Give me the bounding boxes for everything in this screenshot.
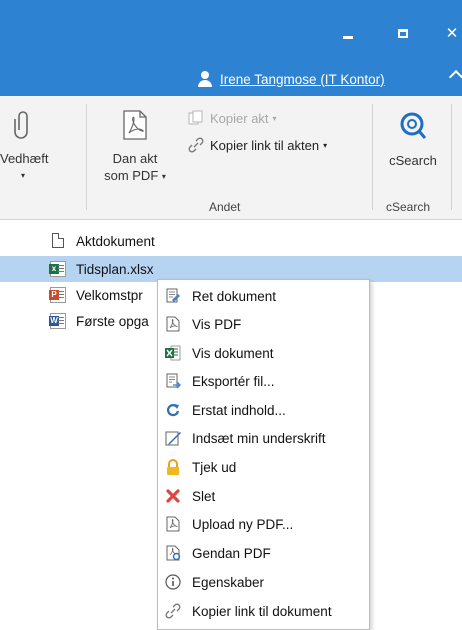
- copy-link-label: Kopier link til akten: [210, 137, 320, 153]
- menu-item-label: Vis dokument: [192, 345, 274, 361]
- user-icon: [198, 71, 212, 87]
- document-name: Første opga: [76, 313, 149, 329]
- collapse-ribbon-icon[interactable]: [448, 69, 462, 85]
- create-pdf-label-line1: Dan akt: [112, 151, 158, 166]
- copy-icon: [188, 110, 204, 126]
- export-icon: [165, 373, 181, 389]
- close-button[interactable]: ✕: [440, 22, 462, 46]
- paperclip-icon: [13, 110, 33, 140]
- upload-pdf-icon: [165, 516, 181, 532]
- menu-item-label: Egenskaber: [192, 574, 265, 590]
- restore-pdf-icon: [165, 545, 181, 561]
- menu-item-insert-signature[interactable]: Indsæt min underskrift: [158, 424, 369, 452]
- menu-item-delete[interactable]: Slet: [158, 482, 369, 510]
- maximize-icon: [398, 29, 408, 38]
- menu-item-upload-pdf[interactable]: Upload ny PDF...: [158, 510, 369, 538]
- delete-icon: [165, 488, 181, 504]
- ribbon-separator: [451, 104, 452, 210]
- menu-item-copy-link[interactable]: Kopier link til dokument: [158, 597, 369, 625]
- menu-item-label: Vis PDF: [192, 316, 242, 332]
- excel-icon: x: [49, 261, 66, 277]
- csearch-label: cSearch: [389, 153, 437, 168]
- maximize-button[interactable]: [391, 22, 415, 46]
- minimize-icon: [343, 36, 353, 39]
- create-pdf-caret-icon: ▾: [161, 172, 166, 182]
- pdf-icon: [165, 316, 181, 332]
- document-name: Tidsplan.xlsx: [76, 261, 154, 277]
- link-icon: [188, 137, 204, 153]
- minimize-button[interactable]: [336, 22, 360, 46]
- list-item[interactable]: Aktdokument: [0, 228, 462, 254]
- copy-act-label: Kopier akt: [210, 110, 269, 126]
- lock-icon: [165, 459, 181, 475]
- menu-item-label: Indsæt min underskrift: [192, 430, 326, 446]
- user-account-link[interactable]: Irene Tangmose (IT Kontor): [198, 68, 385, 90]
- user-name[interactable]: Irene Tangmose (IT Kontor): [220, 72, 385, 87]
- ribbon-group-label-andet: Andet: [209, 200, 241, 214]
- menu-item-show-document[interactable]: Vis dokument: [158, 339, 369, 367]
- close-icon: ✕: [445, 25, 459, 42]
- attach-label: Vedhæft: [0, 151, 49, 166]
- menu-item-label: Tjek ud: [192, 459, 237, 475]
- menu-item-edit-document[interactable]: Ret dokument: [158, 282, 369, 310]
- copy-link-to-act-button[interactable]: Kopier link til akten ▾: [188, 137, 327, 153]
- menu-item-label: Slet: [192, 488, 216, 504]
- copy-link-caret-icon: ▾: [323, 140, 328, 150]
- menu-item-export-file[interactable]: Eksportér fil...: [158, 367, 369, 395]
- menu-item-label: Eksportér fil...: [192, 373, 275, 389]
- attach-caret-icon: ▾: [20, 171, 25, 180]
- signature-icon: [165, 430, 181, 446]
- pdf-icon: [122, 110, 148, 140]
- menu-item-label: Erstat indhold...: [192, 402, 286, 418]
- copy-act-button[interactable]: Kopier akt ▾: [188, 110, 277, 126]
- create-pdf-label-line2: som PDF: [104, 168, 159, 183]
- info-icon: [165, 574, 181, 590]
- attach-button[interactable]: Vedhæft ▾: [0, 110, 49, 184]
- menu-item-label: Upload ny PDF...: [192, 516, 294, 532]
- csearch-icon: [400, 112, 426, 140]
- powerpoint-icon: P: [49, 287, 66, 303]
- document-name: Aktdokument: [76, 233, 155, 249]
- csearch-button[interactable]: cSearch: [384, 112, 442, 169]
- replace-icon: [165, 402, 181, 418]
- menu-item-check-out[interactable]: Tjek ud: [158, 453, 369, 481]
- menu-item-show-pdf[interactable]: Vis PDF: [158, 310, 369, 338]
- document-name: Velkomstpr: [76, 287, 143, 303]
- ribbon-group-label-csearch: cSearch: [386, 200, 431, 214]
- create-pdf-button[interactable]: Dan akt som PDF ▾: [100, 110, 170, 185]
- link-icon: [165, 603, 181, 619]
- menu-item-properties[interactable]: Egenskaber: [158, 568, 369, 596]
- document-icon: [52, 233, 64, 248]
- menu-item-restore-pdf[interactable]: Gendan PDF: [158, 539, 369, 567]
- excel-icon: [165, 345, 181, 361]
- ribbon: Vedhæft ▾ Dan akt som PDF ▾ Kopier akt ▾: [0, 96, 462, 220]
- context-menu: Ret dokument Vis PDF Vis dokument Ekspor…: [157, 279, 370, 630]
- menu-item-label: Ret dokument: [192, 288, 277, 304]
- menu-item-label: Gendan PDF: [192, 545, 271, 561]
- menu-item-label: Kopier link til dokument: [192, 603, 332, 619]
- word-icon: W: [49, 313, 66, 329]
- ribbon-separator: [86, 104, 87, 210]
- title-bar: ✕ Irene Tangmose (IT Kontor): [0, 0, 462, 96]
- edit-document-icon: [165, 288, 181, 304]
- copy-act-caret-icon: ▾: [272, 113, 277, 123]
- ribbon-separator: [372, 104, 373, 210]
- menu-item-replace-content[interactable]: Erstat indhold...: [158, 396, 369, 424]
